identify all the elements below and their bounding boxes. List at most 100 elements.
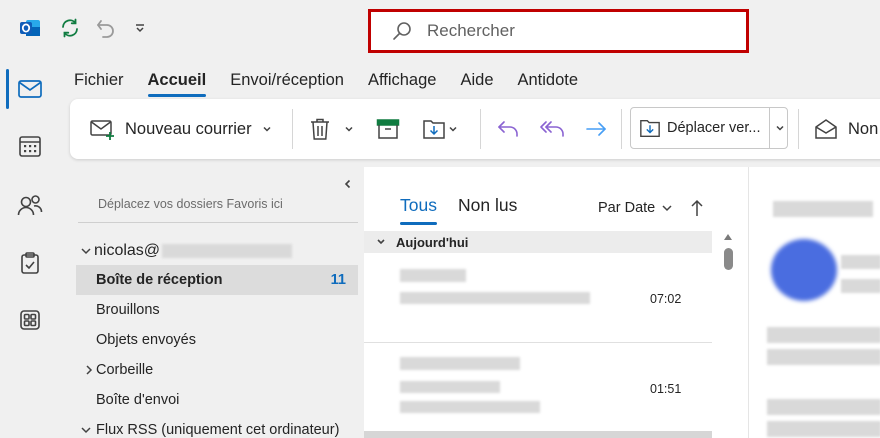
redacted-preview (400, 401, 540, 413)
rail-apps-icon[interactable] (8, 302, 52, 338)
chevron-down-icon (81, 248, 91, 255)
move-to-dropdown[interactable] (769, 108, 789, 148)
search-icon (393, 22, 411, 40)
redacted-subject (773, 201, 873, 217)
chevron-right-icon[interactable] (84, 364, 94, 376)
message-time: 01:51 (650, 382, 682, 396)
message-time: 07:02 (650, 292, 682, 306)
sort-direction-button[interactable] (690, 199, 704, 222)
reply-all-button[interactable] (538, 99, 566, 159)
move-to-label: Déplacer ver... (667, 120, 761, 136)
search-box[interactable] (368, 9, 749, 53)
tab-all[interactable]: Tous (400, 195, 437, 225)
redacted-sender (400, 269, 466, 282)
unread-label: Non (848, 119, 879, 138)
account-header[interactable]: nicolas@ (76, 236, 358, 266)
folder-outbox[interactable]: Boîte d'envoi (76, 385, 358, 415)
scrollbar[interactable] (720, 231, 736, 438)
redacted-body (767, 399, 880, 415)
group-header-today[interactable]: Aujourd'hui (364, 231, 712, 253)
redacted-account (162, 244, 293, 258)
move-to-folder-button[interactable] (422, 99, 458, 159)
undo-icon[interactable] (94, 16, 118, 40)
collapse-pane-button[interactable] (342, 177, 354, 195)
tab-accueil[interactable]: Accueil (147, 68, 206, 97)
redacted-body (767, 421, 880, 437)
archive-button[interactable] (376, 99, 400, 159)
menu-tabs: Fichier Accueil Envoi/réception Affichag… (74, 68, 602, 97)
trash-icon (311, 118, 329, 140)
group-label: Aujourd'hui (396, 234, 469, 250)
reading-pane (748, 167, 880, 438)
divider (364, 431, 712, 438)
folder-inbox[interactable]: Boîte de réception 11 (76, 265, 358, 295)
folder-label: Objets envoyés (96, 332, 196, 348)
tab-affichage[interactable]: Affichage (368, 68, 437, 94)
folder-label: Boîte de réception (96, 272, 223, 288)
folder-sent[interactable]: Objets envoyés (76, 325, 358, 355)
tab-antidote[interactable]: Antidote (518, 68, 579, 94)
divider (78, 222, 358, 223)
redacted-body (767, 349, 880, 365)
folder-drafts[interactable]: Brouillons (76, 295, 358, 325)
chevron-down-icon (775, 125, 784, 131)
favorites-hint: Déplacez vos dossiers Favoris ici (98, 197, 283, 211)
ribbon-divider (480, 109, 481, 149)
redacted-body (767, 327, 880, 343)
quick-access-dropdown-icon[interactable] (128, 16, 152, 40)
chevron-down-icon (449, 126, 457, 132)
reply-icon (498, 121, 518, 137)
new-mail-label: Nouveau courrier (125, 119, 252, 138)
tab-fichier[interactable]: Fichier (74, 68, 124, 94)
forward-icon (586, 122, 606, 136)
arrow-up-icon (691, 199, 703, 216)
reply-button[interactable] (496, 99, 520, 159)
ribbon-toolbar: Nouveau courrier Déplacer ver... Non (70, 99, 880, 159)
tab-envoi-reception[interactable]: Envoi/réception (230, 68, 344, 94)
folder-rss[interactable]: Flux RSS (uniquement cet ordinateur) (76, 415, 358, 438)
title-bar (0, 0, 880, 60)
forward-button[interactable] (584, 99, 608, 159)
move-to-button[interactable]: Déplacer ver... (630, 107, 788, 149)
new-mail-button[interactable]: Nouveau courrier (90, 99, 272, 159)
archive-icon (376, 119, 400, 139)
chevron-down-icon (263, 126, 271, 132)
redacted-sender (841, 255, 880, 269)
ribbon-divider (621, 109, 622, 149)
redacted-recipient (841, 279, 880, 293)
rail-people-icon[interactable] (8, 187, 52, 223)
unread-button[interactable]: Non (814, 99, 878, 159)
search-input[interactable] (427, 21, 727, 41)
rail-mail-icon[interactable] (8, 71, 52, 107)
folder-label: Corbeille (96, 362, 154, 378)
rail-tasks-icon[interactable] (8, 245, 52, 281)
message-list: Tous Non lus Par Date Aujourd'hui 07:02 … (364, 167, 748, 438)
tab-unread[interactable]: Non lus (458, 195, 517, 216)
redacted-subject (400, 381, 500, 393)
outlook-logo-icon (18, 16, 42, 40)
folder-label: Brouillons (96, 302, 160, 318)
redacted-sender (400, 357, 520, 370)
chevron-left-icon (344, 179, 351, 189)
message-item[interactable]: 07:02 (364, 254, 712, 342)
ribbon-divider (798, 109, 799, 149)
move-folder-icon (640, 119, 660, 137)
message-item[interactable]: 01:51 (364, 343, 712, 431)
move-folder-icon (423, 120, 445, 139)
redacted-subject (400, 292, 590, 304)
scroll-thumb[interactable] (724, 248, 733, 270)
folder-label: Boîte d'envoi (96, 392, 180, 408)
folder-label: Flux RSS (uniquement cet ordinateur) (96, 422, 340, 438)
rail-calendar-icon[interactable] (8, 128, 52, 164)
scroll-up-icon[interactable] (723, 233, 733, 241)
avatar (771, 239, 837, 301)
chevron-down-icon[interactable] (80, 424, 92, 436)
delete-button[interactable] (310, 99, 354, 159)
sort-dropdown[interactable]: Par Date (598, 200, 673, 216)
chevron-down-icon (345, 126, 353, 132)
new-mail-icon (90, 120, 114, 140)
tab-aide[interactable]: Aide (460, 68, 493, 94)
folder-trash[interactable]: Corbeille (76, 355, 358, 385)
reply-all-icon (540, 121, 564, 137)
sync-icon[interactable] (58, 16, 82, 40)
